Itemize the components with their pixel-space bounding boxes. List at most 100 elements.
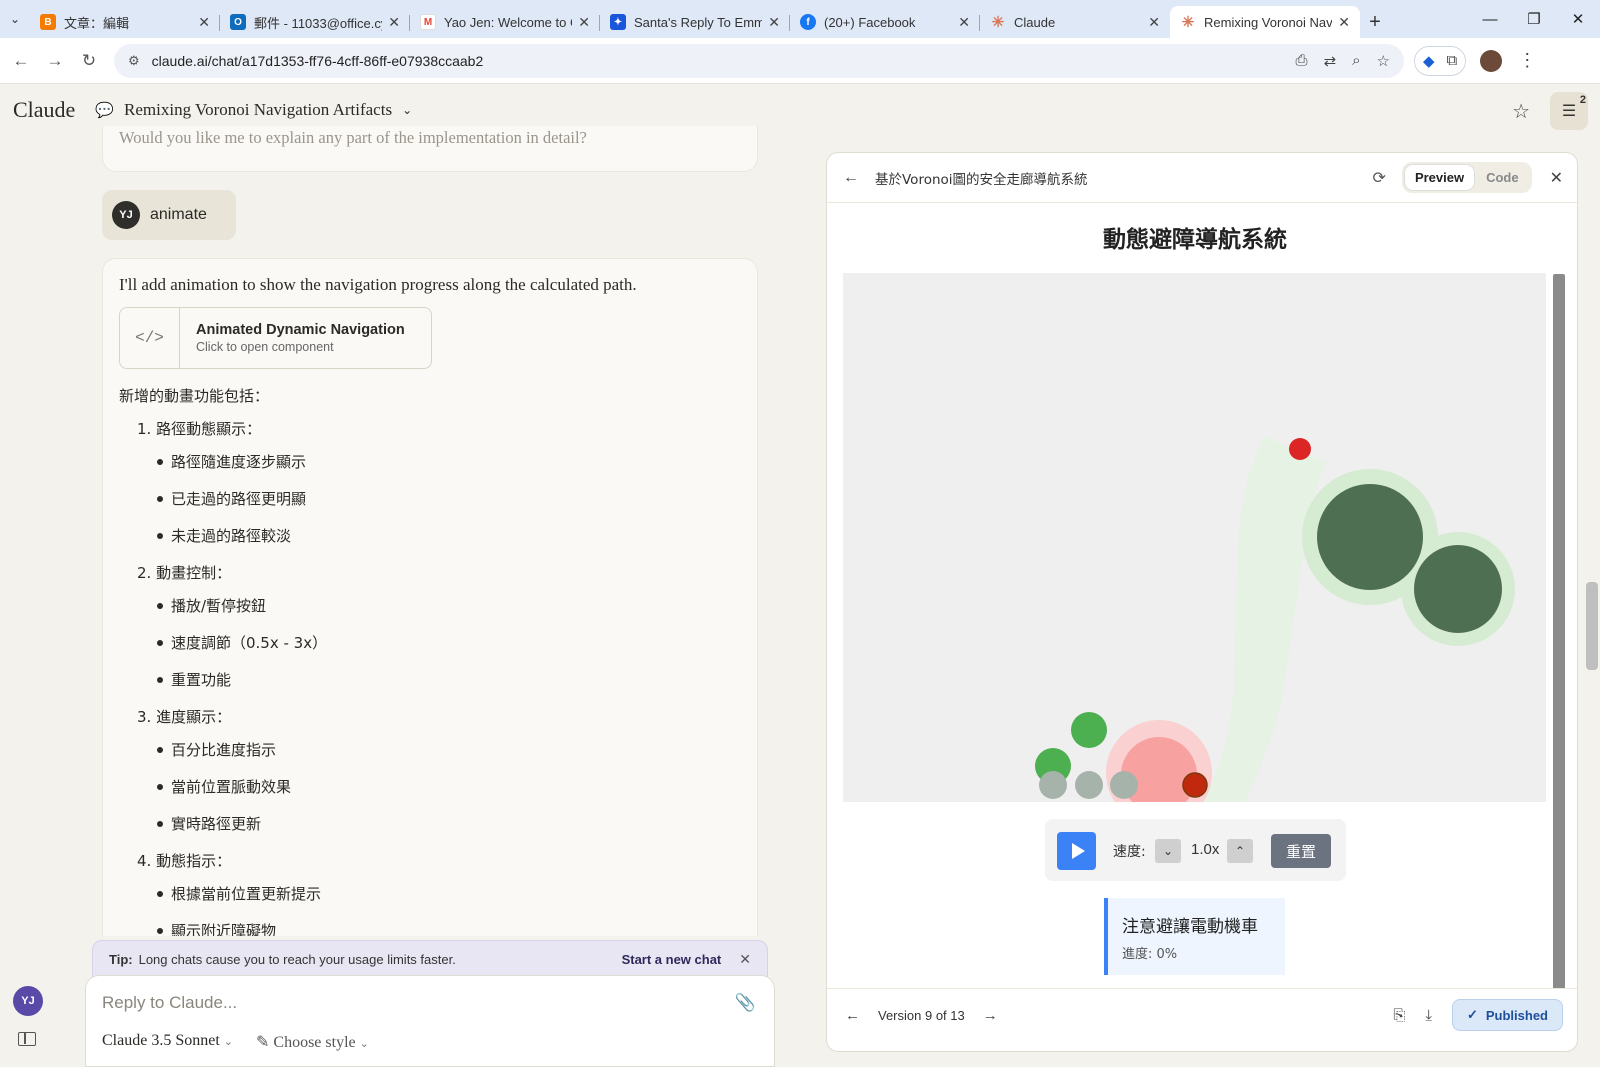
- current-position-marker: [1182, 772, 1208, 798]
- sidebar-toggle-icon[interactable]: [18, 1032, 36, 1046]
- zoom-icon[interactable]: ⌕: [1352, 52, 1360, 70]
- feature-detail: 顯示附近障礙物: [137, 920, 741, 936]
- status-message: 注意避讓電動機車: [1122, 917, 1258, 937]
- browser-tab[interactable]: ✦ Santa's Reply To Emma ✕: [600, 6, 790, 38]
- claude-icon: ✳: [1181, 14, 1195, 31]
- obstacle: [1414, 545, 1502, 633]
- close-tab-icon[interactable]: ✕: [578, 14, 590, 31]
- refresh-icon[interactable]: ⟳: [1373, 168, 1386, 188]
- install-icon[interactable]: ⎙: [1296, 52, 1308, 70]
- animation-controls: 速度: ⌄ 1.0x ⌃ 重置: [1045, 819, 1346, 881]
- speed-value: 1.0x: [1191, 841, 1220, 858]
- feature-label: 4. 動態指示：: [137, 852, 232, 870]
- translate-icon[interactable]: ⇄: [1324, 52, 1337, 70]
- preview-scrollbar[interactable]: [1553, 262, 1565, 988]
- browser-tab[interactable]: f (20+) Facebook ✕: [790, 6, 980, 38]
- conversation-title[interactable]: 💬 Remixing Voronoi Navigation Artifacts …: [95, 100, 412, 120]
- paperclip-icon[interactable]: 📎: [735, 993, 756, 1013]
- chat-bubble-icon: 💬: [95, 102, 115, 119]
- feature-item: 4. 動態指示： 根據當前位置更新提示 顯示附近障礙物: [119, 850, 741, 936]
- artifact-card[interactable]: </> Animated Dynamic Navigation Click to…: [119, 307, 432, 369]
- browser-tab-active[interactable]: ✳ Remixing Voronoi Navi ✕: [1170, 6, 1360, 38]
- browser-tab[interactable]: O 郵件 - 11033@office.cy ✕: [220, 6, 410, 38]
- browser-tab[interactable]: B 文章：編輯 ✕: [30, 6, 220, 38]
- tab-search-button[interactable]: ⌄: [0, 0, 30, 38]
- start-new-chat-link[interactable]: Start a new chat: [622, 952, 722, 967]
- feature-detail: 未走過的路徑較淡: [137, 525, 741, 546]
- close-tab-icon[interactable]: ✕: [768, 14, 780, 31]
- reload-icon[interactable]: ↻: [72, 51, 106, 71]
- feature-detail: 當前位置脈動效果: [137, 776, 741, 797]
- close-tab-icon[interactable]: ✕: [1148, 14, 1160, 31]
- previous-version-icon[interactable]: ←: [845, 1007, 860, 1024]
- close-tab-icon[interactable]: ✕: [388, 14, 400, 31]
- brand-logo[interactable]: Claude: [13, 97, 75, 123]
- account-avatar[interactable]: YJ: [13, 986, 43, 1016]
- url-bar[interactable]: ⚙ claude.ai/chat/a17d1353-ff76-4cff-86ff…: [114, 43, 1404, 78]
- tab-title: 文章：編輯: [64, 15, 130, 31]
- minimize-icon[interactable]: —: [1468, 0, 1512, 38]
- chat-settings-button[interactable]: ☰ 2: [1550, 92, 1588, 130]
- close-window-icon[interactable]: ✕: [1556, 0, 1600, 38]
- reply-composer[interactable]: Reply to Claude... 📎 Claude 3.5 Sonnet ⌄…: [85, 975, 775, 1067]
- version-indicator: Version 9 of 13: [878, 1008, 965, 1023]
- reply-input[interactable]: Reply to Claude...: [102, 993, 237, 1013]
- tab-preview[interactable]: Preview: [1404, 165, 1475, 190]
- speed-label: 速度:: [1113, 844, 1146, 860]
- scrollbar-thumb[interactable]: [1553, 274, 1565, 988]
- close-icon[interactable]: ✕: [1550, 168, 1563, 188]
- next-version-icon[interactable]: →: [983, 1007, 998, 1024]
- close-tab-icon[interactable]: ✕: [1338, 14, 1350, 31]
- reset-button[interactable]: 重置: [1271, 834, 1331, 868]
- pen-icon: ✎: [256, 1034, 270, 1051]
- tab-code[interactable]: Code: [1476, 165, 1529, 190]
- url-text: claude.ai/chat/a17d1353-ff76-4cff-86ff-e…: [151, 52, 484, 69]
- close-icon[interactable]: ✕: [739, 951, 751, 968]
- style-label: Choose style: [273, 1034, 356, 1051]
- new-tab-button[interactable]: +: [1360, 6, 1390, 38]
- close-tab-icon[interactable]: ✕: [958, 14, 970, 31]
- status-info-box: 注意避讓電動機車 進度: 0%: [1104, 898, 1285, 975]
- features-list: 1. 路徑動態顯示： 路徑隨進度逐步顯示 已走過的路徑更明顯 未走過的路徑較淡 …: [119, 418, 741, 936]
- chevron-down-icon: ⌄: [359, 1038, 369, 1050]
- navigation-map: [843, 273, 1546, 802]
- tip-label: Tip:: [109, 951, 133, 967]
- extension-icon[interactable]: ◆: [1423, 52, 1435, 70]
- style-selector[interactable]: ✎ Choose style ⌄: [256, 1032, 369, 1052]
- speed-down-button[interactable]: ⌄: [1155, 839, 1181, 863]
- browser-tab[interactable]: ✳ Claude ✕: [980, 6, 1170, 38]
- artifact-card-subtitle: Click to open component: [196, 340, 334, 354]
- published-button[interactable]: ✓ Published: [1451, 999, 1563, 1031]
- page-scrollbar-thumb[interactable]: [1586, 582, 1598, 670]
- safe-corridor: [1203, 437, 1328, 802]
- copy-icon[interactable]: ⎘: [1393, 1007, 1405, 1024]
- speed-up-button[interactable]: ⌃: [1227, 839, 1253, 863]
- tip-text: Long chats cause you to reach your usage…: [138, 951, 456, 967]
- model-selector[interactable]: Claude 3.5 Sonnet ⌄: [102, 1032, 233, 1050]
- close-tab-icon[interactable]: ✕: [198, 14, 210, 31]
- restore-icon[interactable]: ❐: [1512, 0, 1556, 38]
- view-toggle: Preview Code: [1401, 162, 1532, 193]
- published-label: Published: [1485, 1007, 1548, 1023]
- play-button[interactable]: [1057, 832, 1096, 870]
- feature-detail: 速度調節（0.5x - 3x）: [137, 632, 741, 653]
- star-icon[interactable]: ☆: [1512, 99, 1530, 124]
- menu-kebab-icon[interactable]: ⋮: [1518, 50, 1536, 71]
- tab-title: (20+) Facebook: [824, 14, 916, 30]
- back-arrow-icon[interactable]: ←: [843, 169, 859, 187]
- user-message: YJ animate: [102, 190, 236, 240]
- chat-transcript: Would you like me to explain any part of…: [100, 126, 760, 936]
- profile-avatar[interactable]: [1480, 49, 1503, 72]
- progress-text: 進度: 0%: [1122, 947, 1178, 962]
- browser-tab[interactable]: M Yao Jen: Welcome to G ✕: [410, 6, 600, 38]
- tab-title: 郵件 - 11033@office.cy: [254, 15, 383, 31]
- forward-icon[interactable]: →: [38, 51, 72, 71]
- back-icon[interactable]: ←: [4, 51, 38, 71]
- download-icon[interactable]: ⤓: [1425, 1007, 1432, 1024]
- bookmark-star-icon[interactable]: ☆: [1377, 52, 1390, 70]
- moving-agent: [1071, 712, 1107, 748]
- puzzle-icon[interactable]: ⧉: [1447, 52, 1458, 69]
- sliders-icon: ☰: [1561, 103, 1577, 120]
- site-info-icon[interactable]: ⚙: [128, 53, 140, 69]
- usage-tip-bar: Tip: Long chats cause you to reach your …: [92, 940, 768, 978]
